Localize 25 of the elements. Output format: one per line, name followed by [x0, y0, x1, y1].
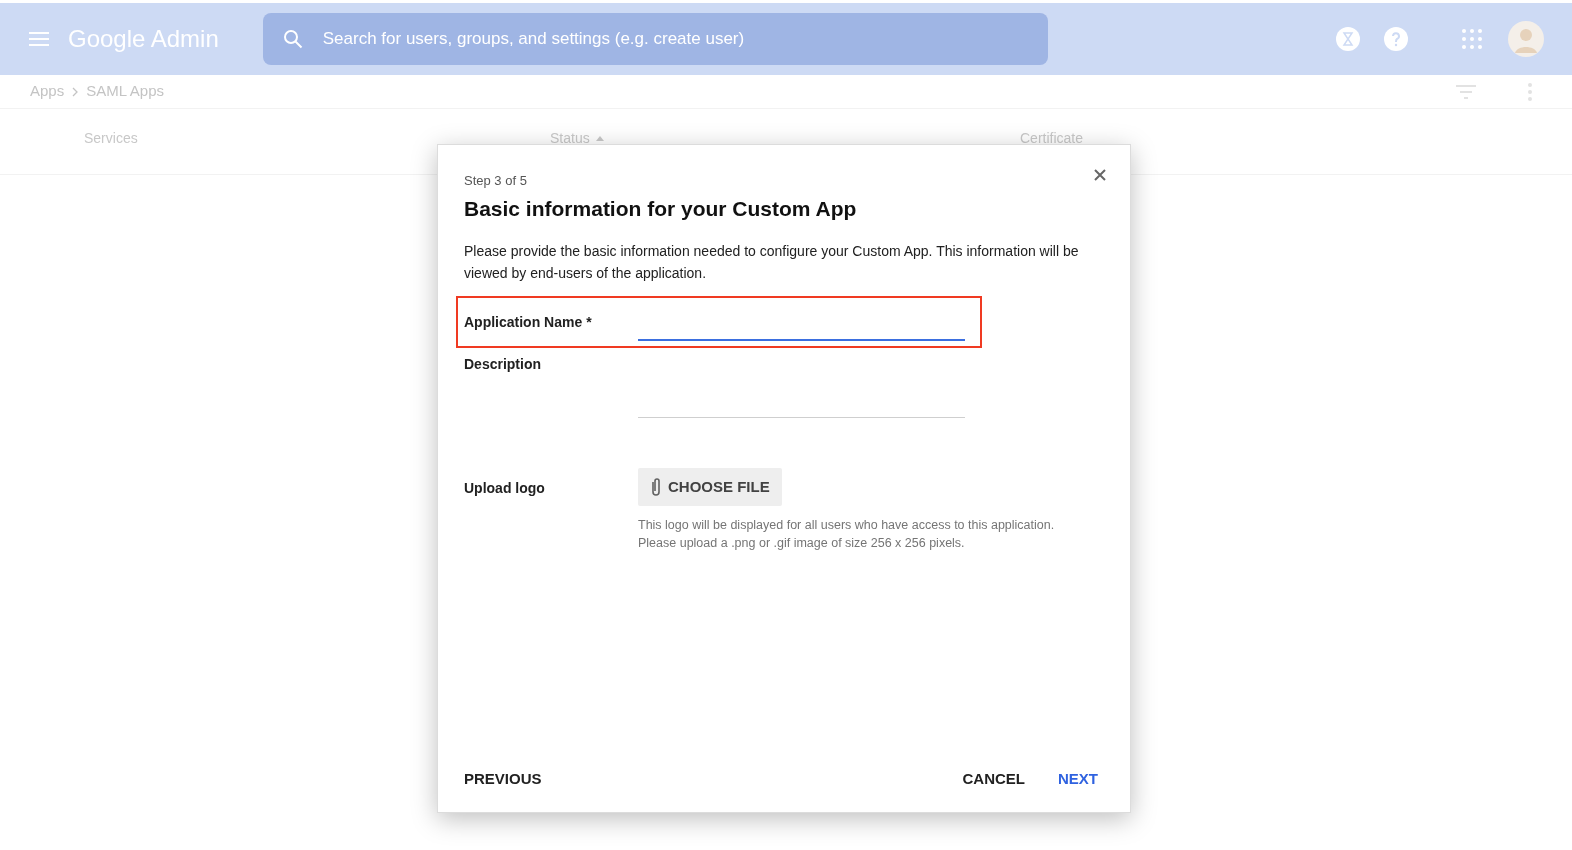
- paperclip-icon: [650, 477, 662, 497]
- field-label: Upload logo: [464, 479, 546, 498]
- menu-icon[interactable]: [28, 31, 50, 47]
- close-icon: [1094, 169, 1106, 181]
- close-button[interactable]: [1094, 169, 1106, 181]
- avatar[interactable]: [1508, 21, 1544, 57]
- chevron-right-icon: [72, 86, 79, 97]
- apps-grid-icon[interactable]: [1462, 29, 1482, 49]
- help-icon[interactable]: [1384, 27, 1408, 51]
- filter-icon[interactable]: [1456, 84, 1476, 99]
- previous-button[interactable]: PREVIOUS: [464, 767, 542, 790]
- upload-hint: This logo will be displayed for all users who have access to this application. Please upload a .png or .gif image of size 256 x 256 pixels.: [638, 517, 1055, 552]
- search-icon: [282, 29, 303, 49]
- hourglass-icon[interactable]: [1336, 27, 1360, 51]
- choose-file-button[interactable]: CHOOSE FILE: [638, 468, 782, 506]
- dialog-title: Basic information for your Custom App: [464, 195, 858, 222]
- cancel-button[interactable]: CANCEL: [962, 767, 1025, 790]
- field-label: Description: [464, 355, 542, 374]
- search-field[interactable]: Search for users, groups, and settings (e.g. create user): [262, 13, 1048, 65]
- field-label: Application Name *: [464, 312, 593, 332]
- dialog-description: Please provide the basic information needed to configure your Custom App. This information will be viewed by end-users of the application.: [464, 242, 1080, 283]
- breadcrumb-current: SAML Apps: [86, 81, 165, 102]
- next-button[interactable]: NEXT: [1058, 767, 1098, 790]
- step-indicator: Step 3 of 5: [464, 172, 527, 190]
- sort-arrow-icon: [595, 135, 604, 141]
